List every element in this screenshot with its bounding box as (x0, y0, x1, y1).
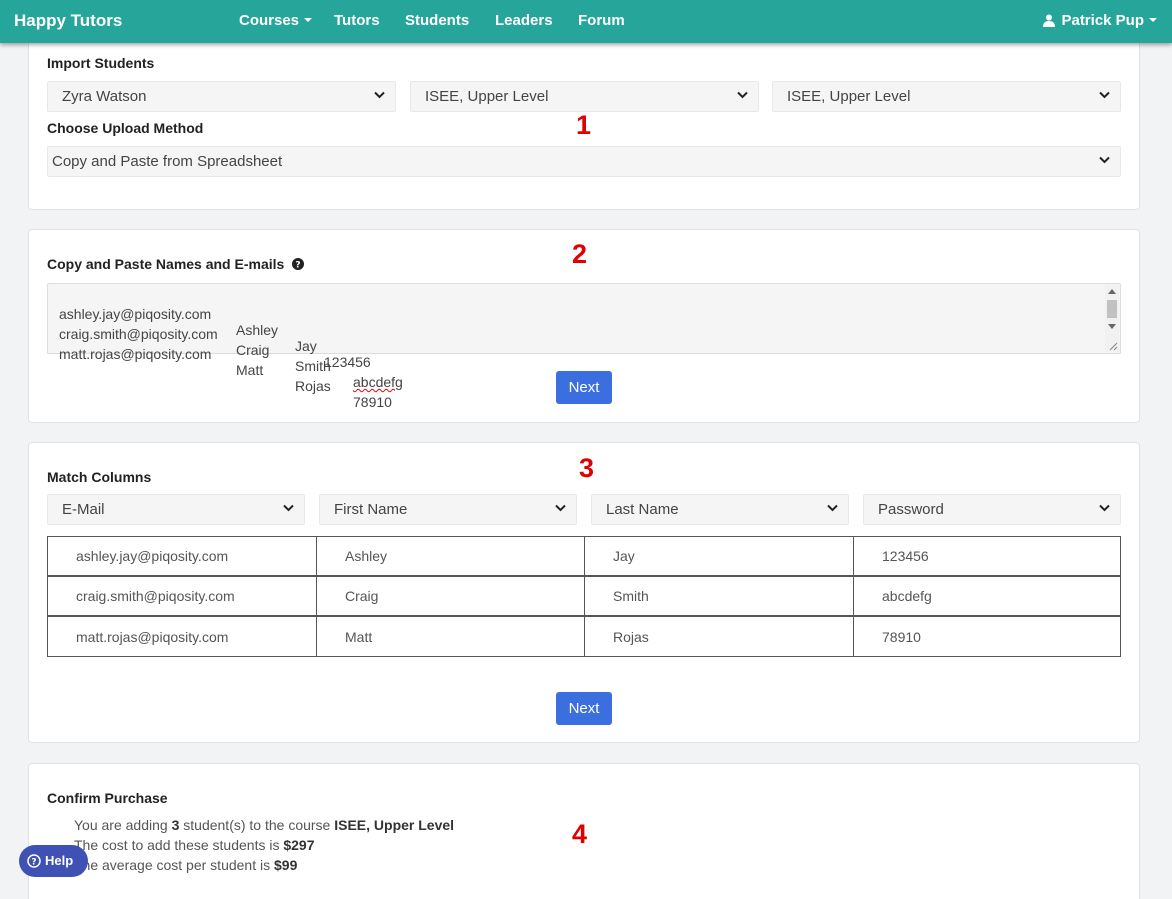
svg-text:?: ? (31, 858, 36, 868)
column-select-first-name[interactable]: First Name (319, 494, 577, 525)
match-card: 3 Match Columns E-Mail First Name Last N… (28, 442, 1140, 743)
paste-last-name: Jay (295, 338, 317, 354)
caret-down-icon (1149, 18, 1157, 22)
table-cell-email: craig.smith@piqosity.com (47, 576, 317, 616)
chevron-down-icon (374, 91, 385, 99)
column-select-email[interactable]: E-Mail (47, 494, 305, 525)
table-cell-password: 123456 (853, 536, 1121, 576)
paste-password: abcdefg (353, 374, 403, 390)
nav-leaders[interactable]: Leaders (495, 12, 553, 29)
chevron-down-icon (283, 504, 294, 512)
table-cell-last-name: Jay (584, 536, 854, 576)
paste-line: matt.rojas@piqosity.com Matt Rojas 78910 (59, 330, 392, 426)
user-icon (1043, 14, 1056, 27)
step-number-3: 3 (579, 453, 595, 483)
paste-next-button[interactable]: Next (556, 371, 612, 404)
confirm-text: The average cost per student is (74, 857, 274, 873)
table-cell-last-name: Smith (584, 576, 854, 616)
confirm-line-average: The average cost per student is $99 (74, 857, 297, 873)
average-cost: $99 (274, 857, 298, 873)
confirm-text: student(s) to the course (179, 817, 335, 833)
paste-email: craig.smith@piqosity.com (59, 326, 218, 342)
nav-forum[interactable]: Forum (578, 12, 625, 29)
tutor-select-value: Zyra Watson (62, 88, 147, 105)
paste-textarea[interactable]: ashley.jay@piqosity.com Ashley Jay 12345… (47, 283, 1121, 410)
table-cell-email: ashley.jay@piqosity.com (47, 536, 317, 576)
upload-method-label: Choose Upload Method (47, 120, 204, 136)
match-next-button[interactable]: Next (556, 692, 612, 725)
column-select-value: E-Mail (62, 501, 105, 518)
table-cell-password: abcdefg (853, 576, 1121, 616)
step-number-4: 4 (572, 819, 588, 849)
help-icon: ? (27, 854, 41, 868)
chevron-down-icon (1099, 156, 1110, 164)
upload-method-value: Copy and Paste from Spreadsheet (52, 153, 283, 170)
paste-title: Copy and Paste Names and E-mails ? (47, 256, 305, 272)
confirm-text: The cost to add these students is (74, 837, 284, 853)
paste-last-name: Rojas (295, 378, 331, 394)
confirm-card: Confirm Purchase 4 You are adding 3 stud… (28, 763, 1140, 899)
course-name: ISEE, Upper Level (334, 817, 455, 833)
paste-card: 2 Copy and Paste Names and E-mails ? ash… (28, 229, 1140, 423)
step-number-2: 2 (572, 239, 588, 269)
paste-last-name: Smith (295, 358, 331, 374)
paste-first-name: Ashley (236, 322, 279, 338)
top-navbar: Happy Tutors Courses Tutors Students Lea… (0, 0, 1172, 43)
confirm-title: Confirm Purchase (47, 790, 168, 806)
scroll-thumb[interactable] (1107, 300, 1117, 318)
nav-students[interactable]: Students (405, 12, 469, 29)
import-card: Import Students Zyra Watson ISEE, Upper … (28, 30, 1140, 210)
paste-password: 78910 (353, 394, 392, 410)
column-select-value: First Name (334, 501, 408, 518)
confirm-text: You are adding (74, 817, 172, 833)
step-number-1: 1 (576, 110, 592, 140)
match-title: Match Columns (47, 469, 152, 485)
help-button[interactable]: ? Help (19, 845, 88, 877)
scroll-up-icon[interactable] (1108, 289, 1116, 294)
chevron-down-icon (827, 504, 838, 512)
upload-method-select[interactable]: Copy and Paste from Spreadsheet (47, 146, 1121, 177)
resize-handle-icon[interactable] (1109, 342, 1118, 351)
paste-first-name: Matt (236, 362, 264, 378)
table-cell-password: 78910 (853, 616, 1121, 657)
confirm-line-total: The cost to add these students is $297 (74, 837, 315, 853)
nav-courses-label: Courses (239, 12, 300, 29)
tutor-select[interactable]: Zyra Watson (47, 81, 396, 112)
chevron-down-icon (555, 504, 566, 512)
nav-tutors[interactable]: Tutors (334, 12, 380, 29)
column-select-password[interactable]: Password (863, 494, 1121, 525)
paste-first-name: Craig (236, 342, 270, 358)
column-select-last-name[interactable]: Last Name (591, 494, 849, 525)
total-cost: $297 (283, 837, 315, 853)
scroll-down-icon[interactable] (1108, 324, 1116, 329)
chevron-down-icon (1099, 91, 1110, 99)
table-cell-first-name: Matt (316, 616, 585, 657)
paste-email: matt.rojas@piqosity.com (59, 346, 212, 362)
chevron-down-icon (1099, 504, 1110, 512)
column-select-value: Password (878, 501, 944, 518)
user-name: Patrick Pup (1061, 12, 1144, 29)
svg-text:?: ? (296, 261, 301, 271)
caret-down-icon (304, 18, 313, 22)
import-title: Import Students (47, 55, 155, 71)
course-select-value: ISEE, Upper Level (425, 88, 549, 105)
user-menu[interactable]: Patrick Pup (1043, 12, 1157, 29)
table-cell-email: matt.rojas@piqosity.com (47, 616, 317, 657)
brand-logo[interactable]: Happy Tutors (14, 11, 122, 31)
course-level-select[interactable]: ISEE, Upper Level (772, 81, 1121, 112)
table-cell-first-name: Craig (316, 576, 585, 616)
paste-password: 123456 (324, 354, 371, 370)
confirm-line-course: You are adding 3 student(s) to the cours… (74, 817, 454, 833)
chevron-down-icon (737, 91, 748, 99)
table-cell-first-name: Ashley (316, 536, 585, 576)
course-select[interactable]: ISEE, Upper Level (410, 81, 759, 112)
help-label: Help (45, 853, 74, 868)
nav-courses[interactable]: Courses (239, 12, 313, 29)
table-cell-last-name: Rojas (584, 616, 854, 657)
question-circle-icon[interactable]: ? (292, 258, 305, 271)
paste-title-text: Copy and Paste Names and E-mails (47, 256, 285, 272)
column-select-value: Last Name (606, 501, 679, 518)
course-level-select-value: ISEE, Upper Level (787, 88, 911, 105)
